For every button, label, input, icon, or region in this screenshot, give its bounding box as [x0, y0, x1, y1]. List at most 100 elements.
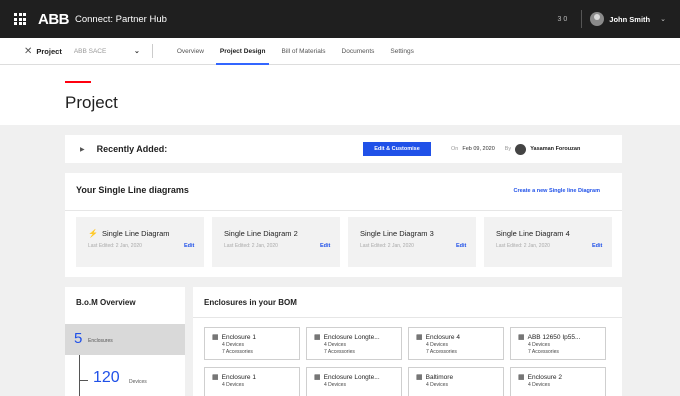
enclosures-title: Enclosures in your BOM — [204, 298, 297, 307]
project-label: Project — [36, 46, 62, 56]
tab-overview[interactable]: Overview — [169, 38, 212, 65]
enclosure-devices: 4 Devices — [324, 342, 346, 348]
enclosure-name: Baltimore — [425, 373, 454, 381]
on-label: On — [451, 146, 459, 152]
devices-label: Devices — [129, 379, 147, 385]
bom-overview-card: B.o.M Overview 5 Enclosures 120 Devices — [65, 287, 185, 396]
enclosure-accessories: 7 Accessories — [528, 349, 559, 355]
tab-settings[interactable]: Settings — [382, 38, 422, 65]
diagram-edit-link[interactable]: Edit — [592, 243, 602, 249]
bom-overview-title: B.o.M Overview — [76, 298, 136, 307]
page-header: Project — [0, 65, 680, 125]
enclosure-name: Enclosure 1 — [221, 373, 256, 381]
enclosure-name: Enclosure Longte... — [323, 333, 380, 341]
diagram-item[interactable]: Single Line Diagram 3 Last Edited: 2 Jan… — [348, 217, 476, 267]
enclosure-icon: ▦ — [518, 374, 525, 381]
create-diagram-link[interactable]: Create a new Single line Diagram — [513, 188, 600, 194]
diagram-last-edited: Last Edited: 2 Jan, 2020 — [360, 243, 414, 249]
chevron-down-icon: ⌄ — [133, 48, 140, 55]
enclosures-count: 5 — [74, 330, 83, 347]
enclosure-accessories: 7 Accessories — [222, 349, 253, 355]
enclosure-item[interactable]: ▦ Enclosure 1 4 Devices — [204, 367, 300, 396]
enclosure-devices: 4 Devices — [222, 342, 244, 348]
enclosure-devices: 4 Devices — [528, 382, 550, 388]
enclosure-accessories: 7 Accessories — [426, 349, 457, 355]
diagram-list: ⚡ Single Line Diagram Last Edited: 2 Jan… — [65, 217, 622, 267]
enclosure-icon: ▦ — [314, 374, 321, 381]
tree-line — [79, 355, 80, 396]
enclosure-devices: 4 Devices — [324, 382, 346, 388]
user-name[interactable]: John Smith — [609, 15, 650, 24]
company-select[interactable]: ABB SACE ⌄ — [74, 43, 140, 59]
enclosure-name: Enclosure 4 — [425, 333, 460, 341]
topbar-divider — [581, 10, 583, 28]
enclosure-item[interactable]: ▦ ABB 12650 Ip55... 4 Devices 7 Accessori… — [510, 327, 606, 360]
enclosures-card: Enclosures in your BOM ▦ Enclosure 1 4 De… — [193, 287, 622, 396]
enclosure-accessories: 7 Accessories — [324, 349, 355, 355]
abb-logo[interactable]: ABB — [38, 11, 70, 28]
author-avatar — [515, 143, 527, 155]
diagrams-title: Your Single Line diagrams — [76, 185, 189, 195]
diagram-item[interactable]: Single Line Diagram 4 Last Edited: 2 Jan… — [484, 217, 612, 267]
title-accent-bar — [65, 81, 91, 83]
recent-date: Feb 09, 2020 — [462, 146, 495, 152]
diagram-name: Single Line Diagram 3 — [360, 229, 434, 238]
diagram-edit-link[interactable]: Edit — [456, 243, 466, 249]
enclosure-item[interactable]: ▦ Enclosure 2 4 Devices — [510, 367, 606, 396]
enclosure-item[interactable]: ▦ Enclosure Longte... 4 Devices 7 Accesso… — [306, 327, 402, 360]
diagram-name: Single Line Diagram — [101, 229, 170, 238]
topbar-right: 3 0 John Smith ⌄ — [558, 0, 666, 38]
expand-caret-icon[interactable]: ▶ — [80, 146, 85, 153]
edit-customise-button[interactable]: Edit & Customise — [363, 142, 431, 156]
diagram-last-edited: Last Edited: 2 Jan, 2020 — [496, 243, 550, 249]
diagram-edit-link[interactable]: Edit — [320, 243, 330, 249]
enclosure-icon: ▦ — [518, 334, 525, 341]
nav-tabs: Overview Project Design Bill of Material… — [169, 38, 422, 65]
notification-counter[interactable]: 3 0 — [558, 16, 568, 23]
diagram-item[interactable]: ⚡ Single Line Diagram Last Edited: 2 Jan… — [76, 217, 204, 267]
enclosure-icon: ▦ — [212, 374, 219, 381]
diagram-last-edited: Last Edited: 2 Jan, 2020 — [88, 243, 142, 249]
divider — [65, 210, 622, 211]
enclosure-name: Enclosure 1 — [221, 333, 256, 341]
app-name: Connect: Partner Hub — [75, 13, 167, 25]
enclosure-devices: 4 Devices — [426, 382, 448, 388]
top-bar: ABB Connect: Partner Hub 3 0 John Smith … — [0, 0, 680, 38]
user-avatar[interactable] — [590, 12, 605, 26]
nav-divider — [151, 44, 153, 58]
tab-project-design[interactable]: Project Design — [212, 38, 274, 65]
diagram-item[interactable]: Single Line Diagram 2 Last Edited: 2 Jan… — [212, 217, 340, 267]
enclosure-item[interactable]: ▦ Baltimore 4 Devices — [408, 367, 504, 396]
enclosure-item[interactable]: ▦ Enclosure 4 4 Devices 7 Accessories — [408, 327, 504, 360]
recently-added-label: Recently Added: — [96, 144, 168, 154]
page-title: Project — [65, 93, 118, 112]
enclosure-devices: 4 Devices — [528, 342, 550, 348]
enclosure-icon: ▦ — [212, 334, 219, 341]
enclosure-name: Enclosure 2 — [527, 373, 562, 381]
diagram-name: Single Line Diagram 2 — [224, 229, 298, 238]
author-name: Yasaman Forouzan — [530, 146, 581, 152]
user-menu-chevron-icon[interactable]: ⌄ — [660, 15, 666, 23]
enclosure-item[interactable]: ▦ Enclosure Longte... 4 Devices — [306, 367, 402, 396]
project-icon: ✕ — [24, 45, 33, 57]
devices-count[interactable]: 120 — [93, 369, 120, 387]
by-label: By — [504, 146, 512, 152]
enclosure-devices: 4 Devices — [222, 382, 244, 388]
diagram-edit-link[interactable]: Edit — [184, 243, 194, 249]
enclosure-icon: ▦ — [416, 374, 423, 381]
enclosure-icon: ▦ — [416, 334, 423, 341]
tab-documents[interactable]: Documents — [334, 38, 383, 65]
enclosure-item[interactable]: ▦ Enclosure 1 4 Devices 7 Accessories — [204, 327, 300, 360]
enclosure-devices: 4 Devices — [426, 342, 448, 348]
recently-added-card: ▶ Recently Added: Edit & Customise On Fe… — [65, 135, 622, 163]
diagram-last-edited: Last Edited: 2 Jan, 2020 — [224, 243, 278, 249]
enclosure-name: ABB 12650 Ip55... — [527, 333, 581, 341]
diagram-name: Single Line Diagram 4 — [496, 229, 570, 238]
bom-enclosures-row[interactable]: 5 Enclosures — [65, 324, 185, 355]
recent-meta: On Feb 09, 2020 By Yasaman Forouzan — [451, 135, 580, 163]
tree-branch — [79, 380, 88, 381]
enclosures-label: Enclosures — [88, 338, 113, 344]
tab-bill-of-materials[interactable]: Bill of Materials — [273, 38, 333, 65]
app-grid-icon[interactable] — [14, 13, 26, 25]
project-nav-bar: ✕ Project ABB SACE ⌄ Overview Project De… — [0, 38, 680, 65]
